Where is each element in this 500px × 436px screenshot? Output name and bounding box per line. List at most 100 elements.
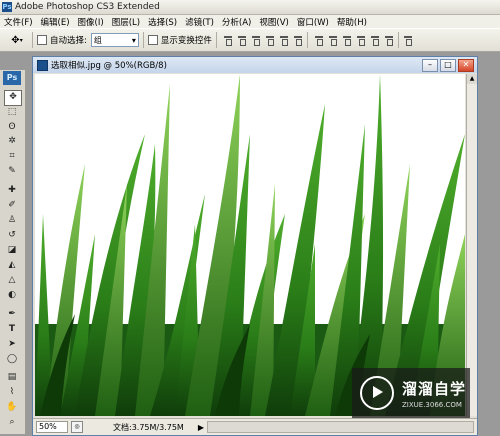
align-left-icon[interactable] [265, 35, 275, 46]
watermark-text: 溜溜自学 ZIXUE.3066.COM [402, 378, 466, 409]
menu-file[interactable]: 文件(F) [0, 16, 37, 28]
menu-edit[interactable]: 编辑(E) [37, 16, 74, 28]
move-icon: ✥ [11, 34, 20, 46]
photoshop-app-icon: Ps [2, 2, 12, 12]
separator [397, 32, 399, 48]
auto-select-checkbox[interactable] [37, 35, 47, 45]
distribute-bottom-icon[interactable] [342, 35, 352, 46]
separator [32, 32, 33, 48]
document-icon [37, 59, 48, 71]
align-vcenter-icon[interactable] [237, 35, 247, 46]
menu-layer[interactable]: 图层(L) [108, 16, 144, 28]
maximize-button[interactable]: □ [440, 59, 456, 72]
brush-icon: ✐ [8, 200, 16, 210]
dodge-tool[interactable]: ◐ [4, 288, 20, 302]
pen-tool[interactable]: ✒ [4, 307, 20, 321]
crop-icon: ⌗ [9, 151, 15, 161]
clone-stamp-icon: ♙ [7, 215, 17, 225]
window-controls: – □ ✕ [422, 59, 474, 72]
distribute-top-icon[interactable] [314, 35, 324, 46]
auto-select-dropdown[interactable]: 组 ▾ [90, 33, 139, 47]
menu-help[interactable]: 帮助(H) [333, 16, 371, 28]
path-select-icon: ➤ [8, 339, 16, 349]
brush-tool[interactable]: ✐ [4, 198, 20, 212]
scroll-up-icon[interactable]: ▲ [467, 74, 477, 84]
notes-tool[interactable]: ▤ [4, 370, 20, 384]
distribute-hcenter-icon[interactable] [370, 35, 380, 46]
menu-bar: 文件(F) 编辑(E) 图像(I) 图层(L) 选择(S) 滤镜(T) 分析(A… [0, 15, 500, 28]
horizontal-scrollbar[interactable] [206, 421, 474, 433]
type-tool[interactable]: T [4, 322, 20, 336]
menu-image[interactable]: 图像(I) [74, 16, 108, 28]
distribute-left-icon[interactable] [356, 35, 366, 46]
clone-stamp-tool[interactable]: ♙ [4, 213, 20, 227]
menu-view[interactable]: 视图(V) [255, 16, 292, 28]
menu-select[interactable]: 选择(S) [144, 16, 181, 28]
options-bar: ✥ ▾ 自动选择: 组 ▾ 显示变换控件 [0, 28, 500, 52]
menu-filter[interactable]: 滤镜(T) [181, 16, 218, 28]
grass-image [35, 74, 465, 416]
document-status-bar: 50% ◎ 文档:3.75M/3.75M ▶ [33, 418, 477, 435]
eyedropper-icon: ⌇ [9, 387, 15, 397]
align-bottom-icon[interactable] [251, 35, 261, 46]
align-right-icon[interactable] [293, 35, 303, 46]
move-icon: ✥ [9, 92, 17, 102]
zoom-tool[interactable]: ⌕ [4, 415, 20, 429]
eraser-tool[interactable]: ◪ [4, 243, 20, 257]
chevron-down-icon: ▾ [131, 35, 136, 45]
watermark-brand: 溜溜自学 [402, 379, 467, 398]
distribute-buttons [314, 35, 394, 46]
hand-tool[interactable]: ✋ [4, 400, 20, 414]
pen-icon: ✒ [8, 309, 16, 319]
show-transform-checkbox[interactable] [147, 35, 158, 45]
marquee-icon: ⬚ [7, 107, 17, 117]
align-buttons [223, 35, 303, 46]
shape-tool[interactable]: ◯ [4, 352, 20, 366]
align-hcenter-icon[interactable] [279, 35, 289, 46]
eyedropper-tool[interactable]: ⌇ [4, 385, 20, 399]
close-button[interactable]: ✕ [458, 59, 474, 72]
lasso-tool[interactable]: ʘ [4, 120, 20, 134]
document-title-bar[interactable]: 选取相似.jpg @ 50%(RGB/8) – □ ✕ [33, 57, 477, 73]
distribute-vcenter-icon[interactable] [328, 35, 338, 46]
status-menu-arrow-icon[interactable]: ▶ [198, 423, 204, 432]
minimize-button[interactable]: – [422, 59, 438, 72]
tools-panel: Ps ✥ ⬚ ʘ ✲ ⌗ ✎ ✚ ✐ ♙ ↺ ◪ ◭ △ ◐ ✒ T ➤ ◯ ▤… [0, 70, 26, 434]
app-title-bar: Ps Adobe Photoshop CS3 Extended [0, 0, 500, 15]
image-canvas[interactable] [35, 74, 465, 416]
crop-tool[interactable]: ⌗ [4, 149, 20, 163]
auto-align-icon[interactable] [403, 35, 413, 46]
watermark-logo: 溜溜自学 ZIXUE.3066.COM [352, 368, 470, 418]
gradient-tool[interactable]: ◭ [4, 258, 20, 272]
path-select-tool[interactable]: ➤ [4, 337, 20, 351]
menu-window[interactable]: 窗口(W) [293, 16, 333, 28]
slice-icon: ✎ [8, 166, 16, 176]
distribute-right-icon[interactable] [384, 35, 394, 46]
watermark-url: ZIXUE.3066.COM [402, 400, 462, 409]
lasso-icon: ʘ [8, 122, 16, 132]
menu-analysis[interactable]: 分析(A) [218, 16, 255, 28]
play-icon [360, 376, 394, 410]
type-icon: T [8, 324, 16, 334]
show-transform-label: 显示变换控件 [160, 36, 212, 46]
healing-brush-icon: ✚ [8, 185, 16, 195]
slice-tool[interactable]: ✎ [4, 164, 20, 178]
separator [215, 32, 217, 48]
blur-tool[interactable]: △ [4, 273, 20, 287]
zoom-icon: ⌕ [9, 417, 15, 427]
healing-brush-tool[interactable]: ✚ [4, 183, 20, 197]
document-size: 文档:3.75M/3.75M [113, 422, 184, 432]
zoom-level-field[interactable]: 50% [36, 421, 68, 433]
marquee-tool[interactable]: ⬚ [4, 105, 20, 119]
move-tool[interactable]: ✥ [4, 90, 22, 106]
auto-select-label: 自动选择: [50, 36, 87, 46]
history-brush-tool[interactable]: ↺ [4, 228, 20, 242]
vertical-scrollbar[interactable]: ▲ [466, 74, 477, 416]
history-brush-icon: ↺ [8, 230, 16, 240]
ps-logo: Ps [3, 71, 21, 85]
align-top-icon[interactable] [223, 35, 233, 46]
magic-wand-tool[interactable]: ✲ [4, 134, 20, 148]
navigator-icon[interactable]: ◎ [71, 421, 83, 433]
tool-preset-picker[interactable]: ✥ ▾ [6, 32, 28, 48]
document-title: 选取相似.jpg @ 50%(RGB/8) [51, 61, 167, 71]
